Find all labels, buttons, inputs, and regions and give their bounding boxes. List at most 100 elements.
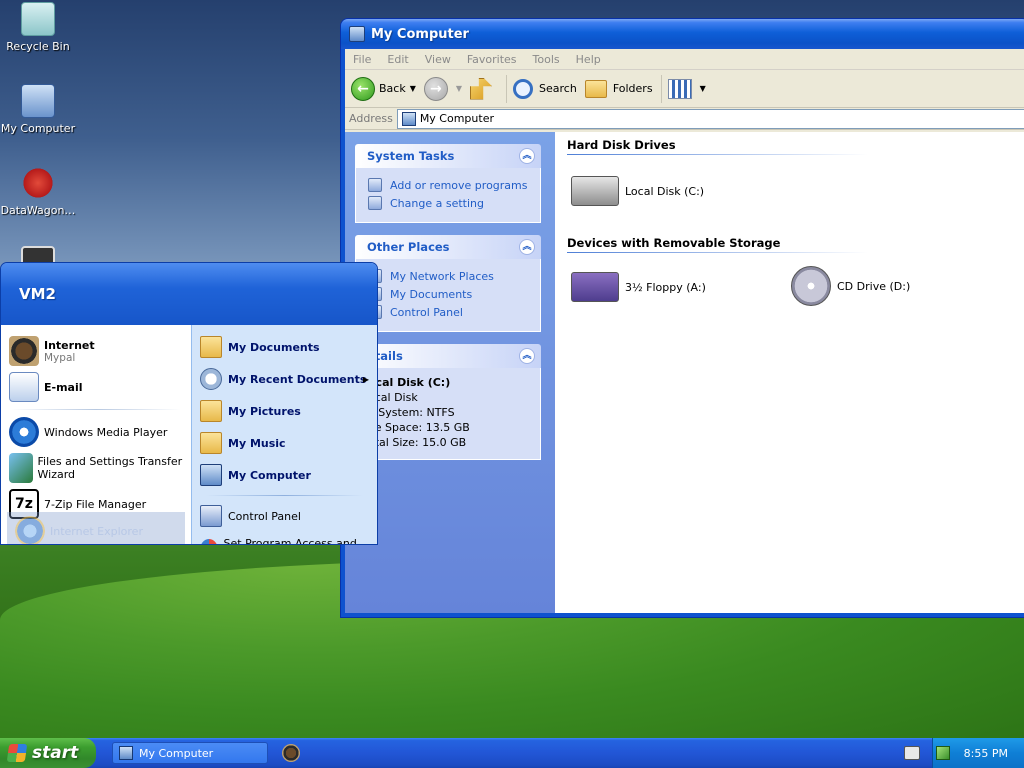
address-field[interactable]: My Computer [396, 108, 1024, 129]
start-item-internet[interactable]: Internet Mypal [1, 333, 191, 369]
start-menu-header: VM2 [1, 263, 377, 325]
folder-up-icon [470, 77, 493, 100]
user-name: VM2 [19, 285, 56, 303]
my-network-places-link[interactable]: My Network Places [368, 269, 530, 283]
back-arrow-icon: ← [351, 76, 375, 101]
menu-help[interactable]: Help [568, 53, 609, 66]
computer-icon [119, 746, 133, 760]
mypal-quicklaunch-icon[interactable] [282, 744, 300, 762]
network-icon[interactable] [935, 746, 950, 760]
window-title: My Computer [371, 26, 469, 42]
start-place-my-recent-documents[interactable]: My Recent Documents ▶ [192, 363, 377, 395]
link-label: Control Panel [390, 305, 463, 319]
search-button[interactable]: Search [513, 78, 577, 99]
taskbar-item-my-computer[interactable]: My Computer [112, 742, 268, 764]
desktop-icon-label: Recycle Bin [6, 40, 70, 53]
menu-bar: File Edit View Favorites Tools Help [345, 49, 1024, 70]
start-place-program-access[interactable]: Set Program Access and Defaults [192, 532, 377, 545]
explorer-window: My Computer File Edit View Favorites Too… [340, 18, 1024, 618]
desktop-icon-recycle-bin[interactable]: Recycle Bin [0, 2, 76, 53]
item-title: Internet [44, 338, 95, 352]
desktop-icon-datawagon[interactable]: DataWagon… [0, 166, 76, 217]
add-remove-programs-link[interactable]: Add or remove programs [368, 178, 530, 192]
start-place-my-documents[interactable]: My Documents [192, 331, 377, 363]
menu-favorites[interactable]: Favorites [459, 53, 525, 66]
chevron-down-icon: ▼ [699, 84, 706, 93]
start-item-internet-explorer-ghost: Internet Explorer [7, 512, 185, 544]
desktop-icon-label: My Computer [0, 122, 76, 135]
start-place-my-computer[interactable]: My Computer [192, 459, 377, 491]
details-total-size: otal Size: 15.0 GB [368, 436, 467, 449]
drive-label: 3½ Floppy (A:) [625, 280, 706, 294]
computer-icon [349, 26, 365, 42]
transfer-wizard-icon [9, 453, 33, 483]
start-place-my-pictures[interactable]: My Pictures [192, 395, 377, 427]
control-panel-icon [368, 196, 382, 210]
my-documents-link[interactable]: My Documents [368, 287, 530, 301]
start-menu-programs: Internet Mypal E-mail Windows Media Play… [1, 325, 191, 544]
up-button[interactable] [470, 77, 498, 100]
back-button[interactable]: ← Back ▼ [351, 76, 416, 101]
change-setting-link[interactable]: Change a setting [368, 196, 530, 210]
item-title: My Documents [228, 340, 320, 354]
collapse-icon[interactable]: ︽ [519, 148, 535, 164]
folders-button[interactable]: Folders [584, 79, 653, 98]
chevron-down-icon: ▼ [455, 84, 463, 93]
desktop-icon-my-computer[interactable]: My Computer [0, 84, 76, 135]
hard-disk-icon [571, 176, 619, 206]
start-item-windows-media-player[interactable]: Windows Media Player [1, 414, 191, 450]
windows-logo-icon [6, 744, 28, 762]
internet-explorer-icon [15, 516, 45, 544]
start-item-files-settings-transfer[interactable]: Files and Settings Transfer Wizard [1, 450, 191, 486]
link-label: My Network Places [390, 269, 494, 283]
details-name: ocal Disk (C:) [368, 376, 451, 389]
other-places-panel: Other Places ︽ My Network Places My Docu… [355, 235, 541, 332]
control-panel-link[interactable]: Control Panel [368, 305, 530, 319]
start-button[interactable]: start [0, 738, 96, 768]
drive-local-disk-c[interactable]: Local Disk (C:) [571, 176, 704, 206]
menu-tools[interactable]: Tools [525, 53, 568, 66]
details-header[interactable]: etails ︽ [355, 344, 541, 368]
drive-label: Local Disk (C:) [625, 184, 705, 198]
other-places-title: Other Places [367, 240, 450, 254]
item-title: E-mail [44, 380, 83, 394]
chevron-right-icon: ▶ [362, 374, 369, 384]
back-label: Back [379, 82, 406, 95]
system-tasks-header[interactable]: System Tasks ︽ [355, 144, 541, 168]
item-title: Control Panel [228, 509, 301, 523]
menu-view[interactable]: View [417, 53, 459, 66]
menu-file[interactable]: File [345, 53, 379, 66]
link-label: Change a setting [390, 196, 484, 210]
forward-button[interactable]: → ▼ [423, 76, 463, 101]
start-place-control-panel[interactable]: Control Panel [192, 500, 377, 532]
drive-cd-d[interactable]: CD Drive (D:) [791, 266, 910, 306]
window-body: File Edit View Favorites Tools Help ← Ba… [345, 49, 1024, 613]
collapse-icon[interactable]: ︽ [519, 239, 535, 255]
item-title: Files and Settings Transfer Wizard [37, 455, 183, 481]
pictures-folder-icon [200, 400, 222, 422]
drive-label: CD Drive (D:) [837, 279, 911, 293]
control-panel-icon [200, 505, 222, 527]
details-filesystem: e System: NTFS [368, 406, 455, 419]
removable-group-title: Devices with Removable Storage [567, 236, 867, 253]
clock[interactable]: 8:55 PM [964, 747, 1008, 760]
hard-disk-group-title: Hard Disk Drives [567, 138, 867, 155]
keyboard-icon[interactable] [904, 746, 920, 760]
details-body: ocal Disk (C:) ocal Disk e System: NTFS … [355, 368, 541, 460]
forward-arrow-icon: → [423, 76, 448, 101]
folders-icon [584, 79, 607, 98]
start-item-email[interactable]: E-mail [1, 369, 191, 405]
start-place-my-music[interactable]: My Music [192, 427, 377, 459]
address-bar: Address My Computer [345, 108, 1024, 130]
other-places-header[interactable]: Other Places ︽ [355, 235, 541, 259]
recent-documents-icon [200, 368, 222, 390]
collapse-icon[interactable]: ︽ [519, 348, 535, 364]
window-titlebar[interactable]: My Computer [341, 19, 1024, 49]
menu-edit[interactable]: Edit [379, 53, 416, 66]
item-title: Set Program Access and Defaults [223, 537, 357, 545]
details-panel: etails ︽ ocal Disk (C:) ocal Disk e Syst… [355, 344, 541, 460]
views-button[interactable]: ▼ [667, 78, 706, 99]
drive-floppy-a[interactable]: 3½ Floppy (A:) [571, 272, 706, 302]
chevron-down-icon[interactable]: ▼ [410, 84, 416, 93]
computer-icon [21, 84, 55, 118]
